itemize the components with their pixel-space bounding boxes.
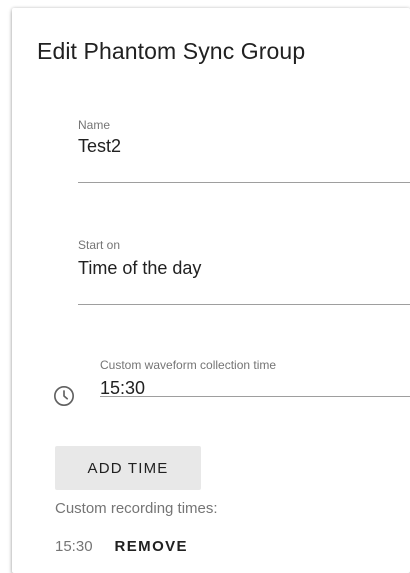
name-field-underline [78,182,410,183]
recording-time-value: 15:30 [55,538,93,555]
start-on-label: Start on [78,238,121,252]
remove-button[interactable]: REMOVE [115,538,188,555]
collection-time-underline [100,396,410,397]
dialog-title: Edit Phantom Sync Group [37,38,306,64]
clock-icon[interactable] [53,385,75,407]
name-field-label: Name [78,118,111,132]
collection-time-label: Custom waveform collection time [100,358,277,372]
collection-time-field[interactable]: Custom waveform collection time 15:30 [100,358,410,398]
recording-time-item: 15:30 REMOVE [55,538,188,555]
start-on-select[interactable]: Start on Time of the day [78,238,410,306]
start-on-underline [78,304,410,305]
start-on-value[interactable]: Time of the day [78,258,410,279]
add-time-button[interactable]: ADD TIME [55,446,201,490]
name-field[interactable]: Name Test2 [78,118,410,184]
recording-times-label: Custom recording times: [55,500,218,517]
name-field-value[interactable]: Test2 [78,136,410,157]
edit-sync-group-dialog: Edit Phantom Sync Group Name Test2 Start… [12,8,410,573]
